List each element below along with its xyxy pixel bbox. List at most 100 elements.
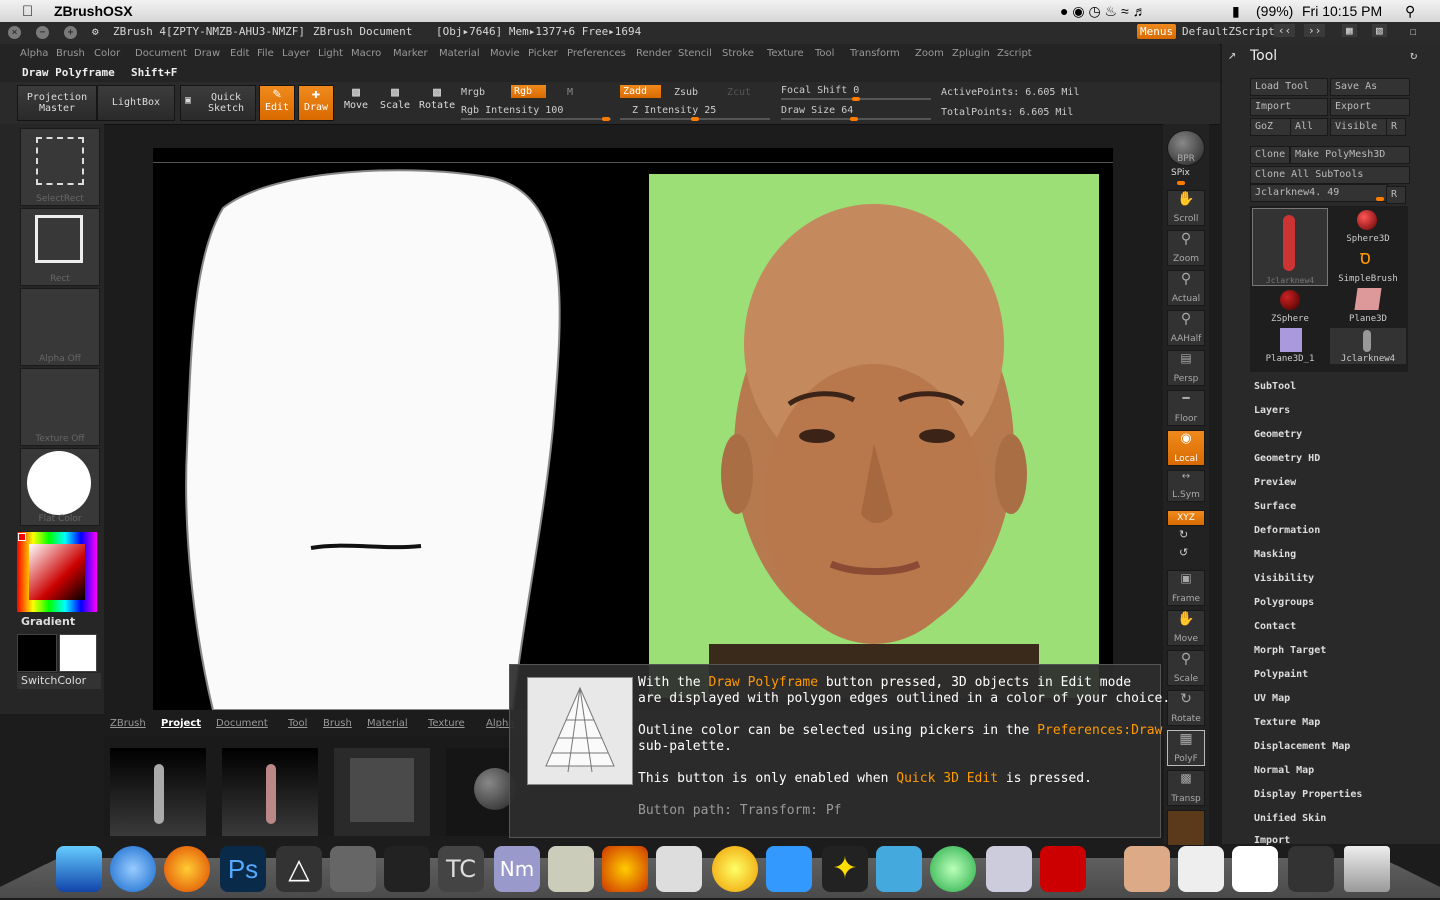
m-button[interactable]: M (567, 87, 573, 98)
folder-icon-1[interactable] (1178, 846, 1224, 892)
messenger-icon[interactable] (876, 846, 922, 892)
move-button[interactable]: ▩ Move (339, 85, 373, 119)
load-tool-button[interactable]: Load Tool (1250, 78, 1328, 96)
menu-picker[interactable]: Picker (528, 48, 558, 59)
nm-icon[interactable]: Nm (494, 846, 540, 892)
textcraft-icon[interactable]: TC (438, 846, 484, 892)
make-polymesh-button[interactable]: Make PolyMesh3D (1290, 146, 1410, 164)
lightbox-button[interactable]: LightBox (97, 85, 175, 121)
rgb-button[interactable]: Rgb (511, 85, 547, 98)
project-thumb-2[interactable] (222, 748, 318, 836)
app-icon-4[interactable] (930, 846, 976, 892)
gradient-label[interactable]: Gradient (21, 615, 75, 628)
uv-map-subpalette[interactable]: UV Map (1254, 693, 1290, 704)
rgb-intensity-knob[interactable] (602, 117, 610, 121)
menu-alpha[interactable]: Alpha (20, 48, 48, 59)
menu-tool[interactable]: Tool (815, 48, 834, 59)
tool-thumb-jclarknew4[interactable]: Jclarknew4 (1252, 208, 1328, 286)
zcut-button[interactable]: Zcut (727, 87, 751, 98)
zoom-button[interactable]: ⚲ Zoom (1167, 230, 1205, 266)
tool-thumb-simplebrush[interactable]: ס SimpleBrush (1330, 248, 1406, 284)
rotate-view-button[interactable]: ↻ Rotate (1167, 690, 1205, 726)
normal-map-subpalette[interactable]: Normal Map (1254, 765, 1314, 776)
menu-preferences[interactable]: Preferences (567, 48, 626, 59)
menu-material[interactable]: Material (439, 48, 480, 59)
scale-button[interactable]: ▩ Scale (378, 85, 412, 119)
mail-icon[interactable] (1124, 846, 1170, 892)
projection-master-button[interactable]: Projection Master (17, 85, 97, 121)
project-thumb-1[interactable] (110, 748, 206, 836)
preview-subpalette[interactable]: Preview (1254, 477, 1296, 488)
unified-skin-subpalette[interactable]: Unified Skin (1254, 813, 1326, 824)
tab-brush[interactable]: Brush (323, 718, 352, 729)
maximize-icon[interactable]: + (64, 26, 77, 39)
current-tool-knob[interactable] (1376, 197, 1384, 201)
selectrect-button[interactable]: SelectRect (20, 128, 100, 206)
reference-photo[interactable] (649, 174, 1099, 698)
menu-draw[interactable]: Draw (194, 48, 220, 59)
photoshop-icon[interactable]: Ps (220, 846, 266, 892)
nav-prev-icon[interactable]: ‹‹ (1274, 24, 1296, 37)
adium-icon[interactable] (712, 846, 758, 892)
import-button[interactable]: Import (1250, 98, 1328, 116)
menu-stroke[interactable]: Stroke (722, 48, 754, 59)
draw-size-slider[interactable]: Draw Size 64 (781, 105, 853, 116)
geometry-hd-subpalette[interactable]: Geometry HD (1254, 453, 1320, 464)
zsub-button[interactable]: Zsub (674, 87, 698, 98)
floor-button[interactable]: ━ Floor (1167, 390, 1205, 426)
app-icon-1[interactable] (330, 846, 376, 892)
tool-r-button[interactable]: R (1386, 186, 1406, 204)
folder-icon-3[interactable] (1288, 846, 1334, 892)
spotlight-icon[interactable]: ⚲ (1405, 3, 1415, 20)
polyf-button[interactable]: ▦ PolyF (1167, 730, 1205, 766)
surface-subpalette[interactable]: Surface (1254, 501, 1296, 512)
switch-color-button[interactable]: SwitchColor (17, 673, 101, 689)
deformation-subpalette[interactable]: Deformation (1254, 525, 1320, 536)
tab-zbrush[interactable]: ZBrush (110, 718, 146, 729)
menu-transform[interactable]: Transform (850, 48, 900, 59)
rotate-z-icon[interactable]: ↺ (1179, 546, 1188, 559)
clone-all-subtools-button[interactable]: Clone All SubTools (1250, 166, 1410, 184)
color-marker[interactable] (18, 533, 26, 541)
menu-zoom[interactable]: Zoom (915, 48, 944, 59)
menus-button[interactable]: Menus (1137, 24, 1177, 39)
texture-button[interactable]: Texture Off (20, 368, 100, 446)
layout2-icon[interactable]: ▧ (1372, 24, 1387, 37)
battery-icon[interactable]: ▮ (1232, 3, 1240, 20)
menu-layer[interactable]: Layer (282, 48, 310, 59)
spix-slider[interactable]: SPix (1171, 168, 1190, 178)
rotate-y-icon[interactable]: ↻ (1179, 528, 1188, 541)
audio-icon[interactable] (602, 846, 648, 892)
transp-button[interactable]: ▩ Transp (1167, 770, 1205, 806)
tab-document[interactable]: Document (216, 718, 268, 729)
tool-thumb-sphere3d[interactable]: Sphere3D (1330, 208, 1406, 244)
printer-icon[interactable] (656, 846, 702, 892)
displacement-map-subpalette[interactable]: Displacement Map (1254, 741, 1350, 752)
clone-button[interactable]: Clone (1250, 146, 1290, 164)
goz-all-button[interactable]: All (1290, 118, 1328, 136)
close-icon[interactable]: × (8, 26, 21, 39)
menu-render[interactable]: Render (636, 48, 672, 59)
nav-next-icon[interactable]: ›› (1304, 24, 1326, 37)
draw-size-knob[interactable] (850, 117, 858, 121)
tab-tool[interactable]: Tool (288, 718, 307, 729)
status-icons[interactable]: ● ◉ ◷ ♨ ≈ ♬ (1060, 3, 1147, 20)
tool-thumb-plane3d[interactable]: Plane3D (1330, 288, 1406, 324)
safari-icon[interactable] (110, 846, 156, 892)
rect-button[interactable]: Rect (20, 208, 100, 286)
goz-visible-button[interactable]: Visible (1330, 118, 1388, 136)
menu-zscript[interactable]: Zscript (997, 48, 1032, 59)
runner-icon[interactable]: ✦ (822, 846, 868, 892)
quick-sketch-button[interactable]: ▣ Quick Sketch (180, 85, 256, 121)
lock-icon[interactable]: ☐ (1410, 25, 1417, 38)
draw-button[interactable]: ✚ Draw (298, 85, 334, 121)
menu-edit[interactable]: Edit (230, 48, 249, 59)
menu-color[interactable]: Color (94, 48, 120, 59)
layers-subpalette[interactable]: Layers (1254, 405, 1290, 416)
rgb-intensity-slider[interactable]: Rgb Intensity 100 (461, 105, 563, 116)
rgb-intensity-track[interactable] (461, 118, 611, 120)
scale-view-button[interactable]: ⚲ Scale (1167, 650, 1205, 686)
z-intensity-knob[interactable] (691, 117, 699, 121)
goz-r-button[interactable]: R (1386, 118, 1406, 136)
menu-marker[interactable]: Marker (393, 48, 428, 59)
